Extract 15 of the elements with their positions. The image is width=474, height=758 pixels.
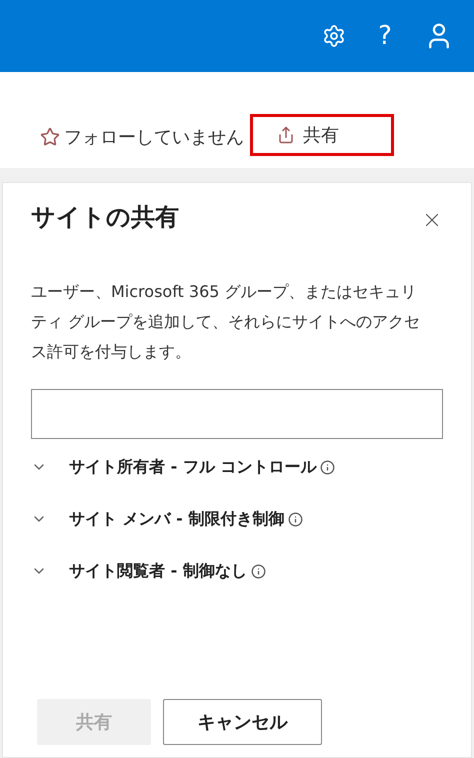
permission-group-label[interactable]: サイト メンバ - 制限付き制御 — [69, 507, 284, 531]
permission-group-label[interactable]: サイト閲覧者 - 制御なし — [69, 559, 247, 583]
help-icon[interactable]: ? — [372, 23, 398, 49]
people-input-field[interactable] — [31, 389, 443, 439]
panel-description: ユーザー、Microsoft 365 グループ、またはセキュリティ グループを追加して、それらにサイトへのアクセス許可を付与します。 — [31, 281, 422, 363]
share-icon — [277, 126, 295, 144]
permission-group-label[interactable]: サイト所有者 - フル コントロール — [69, 455, 316, 479]
follow-button[interactable]: フォローしていません — [40, 118, 244, 156]
info-icon[interactable] — [250, 564, 266, 578]
info-icon[interactable] — [288, 512, 304, 526]
panel-title: サイトの共有 — [31, 202, 179, 233]
share-button[interactable]: 共有 — [250, 114, 394, 156]
info-icon[interactable] — [320, 460, 336, 474]
cancel-button[interactable]: キャンセル — [163, 699, 322, 745]
settings-icon[interactable] — [322, 24, 346, 48]
